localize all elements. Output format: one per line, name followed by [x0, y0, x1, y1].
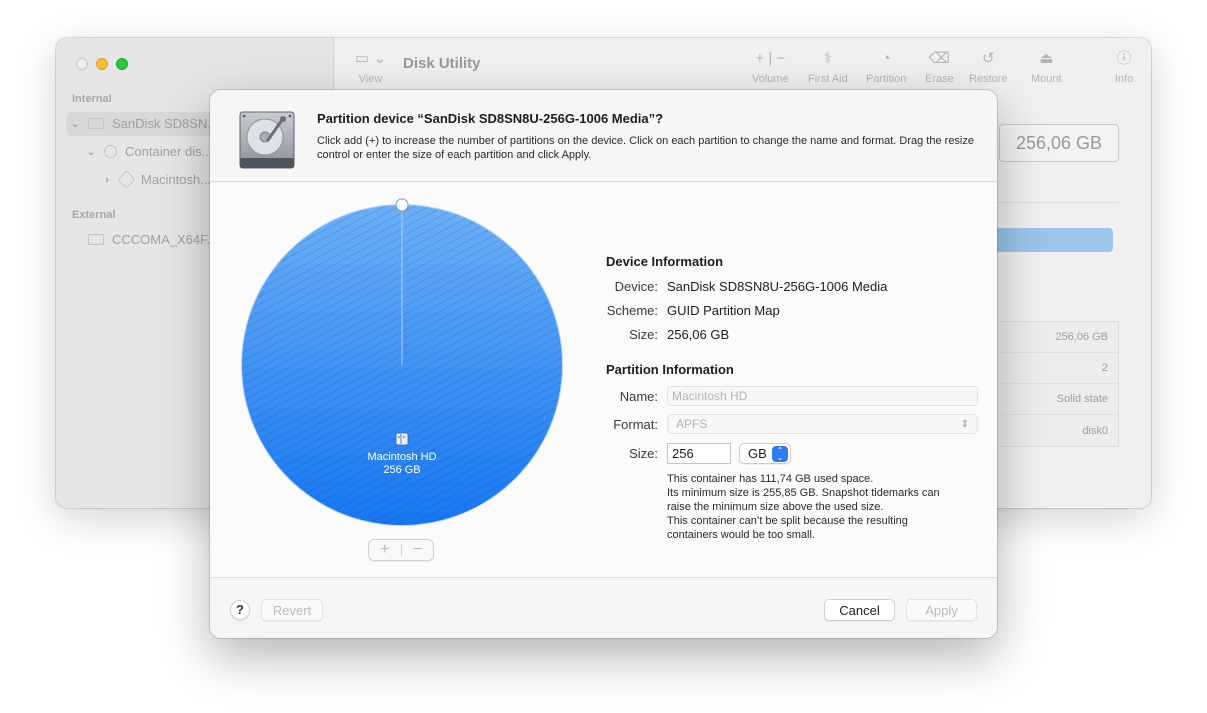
- updown-chevron-icon: ⇕: [960, 418, 969, 430]
- partition-size-row: Size: 256 GB ⌃ ⌄: [606, 443, 791, 464]
- chevron-down-icon[interactable]: ⌄: [84, 145, 98, 158]
- sidebar-header-external: External: [72, 209, 116, 221]
- updown-chevron-icon: ⌃ ⌄: [772, 445, 788, 462]
- partition-sheet: Partition device “SanDisk SD8SN8U-256G-1…: [210, 90, 997, 638]
- pie-partition-name: Macintosh HD: [367, 451, 436, 463]
- hard-drive-icon: [239, 111, 295, 169]
- note-line: Its minimum size is 255,85 GB. Snapshot …: [667, 487, 940, 499]
- volume-label: Volume: [752, 73, 789, 85]
- format-select[interactable]: APFS ⇕: [667, 414, 978, 434]
- device-info-heading: Device Information: [606, 254, 724, 269]
- format-label: Format:: [613, 416, 658, 432]
- note-line: containers would be too small.: [667, 529, 815, 541]
- scheme-row: Scheme: GUID Partition Map: [606, 303, 780, 318]
- partition-info-heading: Partition Information: [606, 362, 734, 377]
- size-unit-value: GB: [748, 446, 767, 461]
- eraser-icon: ⌫: [928, 50, 950, 67]
- drive-icon: [88, 118, 104, 129]
- close-window-button[interactable]: [76, 58, 88, 70]
- device-label: Device:: [614, 279, 658, 294]
- first-aid-label: First Aid: [808, 73, 848, 85]
- device-row: Device: SanDisk SD8SN8U-256G-1006 Media: [606, 279, 888, 294]
- pie-icon: ◔: [881, 50, 891, 67]
- plus-minus-icon: + | −: [755, 50, 786, 67]
- help-button[interactable]: ?: [230, 600, 250, 620]
- partition-button[interactable]: ◔ Partition: [866, 48, 906, 85]
- sheet-body: Macintosh HD 256 GB + − Device Informati…: [210, 183, 997, 577]
- size-value: 256,06 GB: [667, 327, 730, 342]
- stethoscope-icon: ⚕: [823, 50, 832, 67]
- partition-pie-chart[interactable]: Macintosh HD 256 GB: [237, 197, 567, 527]
- drive-icon: [88, 234, 104, 245]
- minimize-window-button[interactable]: [96, 58, 108, 70]
- volume-button[interactable]: + | − Volume: [752, 48, 789, 85]
- sidebar-item-label: Macintosh...: [141, 172, 212, 187]
- restore-icon: ↺: [981, 50, 995, 67]
- format-row: Format: APFS ⇕: [606, 414, 978, 434]
- device-value: SanDisk SD8SN8U-256G-1006 Media: [667, 279, 888, 294]
- add-partition-button[interactable]: +: [369, 540, 401, 560]
- erase-label: Erase: [925, 73, 954, 85]
- mount-button[interactable]: ⏏ Mount: [1031, 48, 1062, 85]
- toolbar: ▭ ⌄ View Disk Utility + | − Volume ⚕ Fir…: [335, 38, 1151, 98]
- partition-label: Partition: [866, 73, 907, 85]
- sheet-header: Partition device “SanDisk SD8SN8U-256G-1…: [210, 90, 997, 182]
- sidebar-item-label: Container dis...: [125, 144, 213, 159]
- finder-icon: [395, 432, 409, 446]
- note-line: This container can’t be split because th…: [667, 515, 908, 527]
- size-unit-select[interactable]: GB ⌃ ⌄: [739, 443, 791, 464]
- format-value: APFS: [676, 417, 708, 431]
- zoom-window-button[interactable]: [116, 58, 128, 70]
- view-label: View: [358, 73, 383, 85]
- size-label: Size:: [629, 327, 658, 342]
- sidebar-item-label: SanDisk SD8SN...: [112, 116, 219, 131]
- volume-layers-icon: [117, 170, 136, 189]
- apply-button[interactable]: Apply: [906, 599, 977, 621]
- chevron-right-icon[interactable]: ›: [100, 174, 114, 186]
- sheet-description: Click add (+) to increase the number of …: [317, 135, 974, 161]
- restore-label: Restore: [969, 73, 1008, 85]
- partition-add-remove-control: + −: [368, 539, 434, 561]
- remove-partition-button[interactable]: −: [402, 540, 434, 560]
- name-label: Name:: [619, 388, 658, 404]
- capacity-box: 256,06 GB: [999, 124, 1119, 162]
- container-note: This container has 111,74 GB used space.…: [667, 472, 967, 542]
- restore-button[interactable]: ↺ Restore: [969, 48, 1008, 85]
- pie-partition-size: 256 GB: [383, 464, 420, 476]
- sheet-footer: ? Revert Cancel Apply: [210, 577, 997, 638]
- sidebar-item-macintosh[interactable]: › Macintosh...: [100, 170, 212, 189]
- partition-size-input[interactable]: 256: [667, 443, 731, 464]
- revert-button[interactable]: Revert: [261, 599, 323, 621]
- sidebar-item-external[interactable]: CCCOMA_X64F...: [88, 232, 217, 247]
- view-button[interactable]: ▭ ⌄ View: [355, 48, 386, 85]
- info-label: Info: [1115, 73, 1134, 85]
- mount-label: Mount: [1031, 73, 1062, 85]
- note-line: raise the minimum size above the used si…: [667, 501, 884, 513]
- container-icon: [104, 145, 117, 158]
- sheet-title: Partition device “SanDisk SD8SN8U-256G-1…: [317, 111, 664, 126]
- sidebar-toggle-icon: ▭ ⌄: [355, 50, 386, 67]
- sidebar-item-container[interactable]: ⌄ Container dis...: [84, 144, 212, 159]
- info-icon: ⓘ: [1116, 50, 1132, 67]
- mount-icon: ⏏: [1039, 50, 1054, 67]
- scheme-label: Scheme:: [606, 303, 658, 318]
- window-title: Disk Utility: [403, 55, 481, 72]
- partition-size-label: Size:: [629, 446, 658, 461]
- sidebar-header-internal: Internal: [72, 93, 112, 105]
- resize-handle[interactable]: [395, 198, 409, 212]
- name-row: Name: Macintosh HD: [606, 386, 978, 406]
- partition-name-field[interactable]: Macintosh HD: [667, 386, 978, 406]
- sidebar-item-sandisk[interactable]: ⌄ SanDisk SD8SN...: [68, 116, 218, 131]
- first-aid-button[interactable]: ⚕ First Aid: [808, 48, 848, 85]
- size-row: Size: 256,06 GB: [606, 327, 729, 342]
- scheme-value: GUID Partition Map: [667, 303, 780, 318]
- erase-button[interactable]: ⌫ Erase: [925, 48, 954, 85]
- cancel-button[interactable]: Cancel: [824, 599, 895, 621]
- info-button[interactable]: ⓘ Info: [1115, 48, 1133, 85]
- sidebar-item-label: CCCOMA_X64F...: [112, 232, 218, 247]
- note-line: This container has 111,74 GB used space.: [667, 473, 874, 485]
- chevron-down-icon[interactable]: ⌄: [68, 117, 82, 130]
